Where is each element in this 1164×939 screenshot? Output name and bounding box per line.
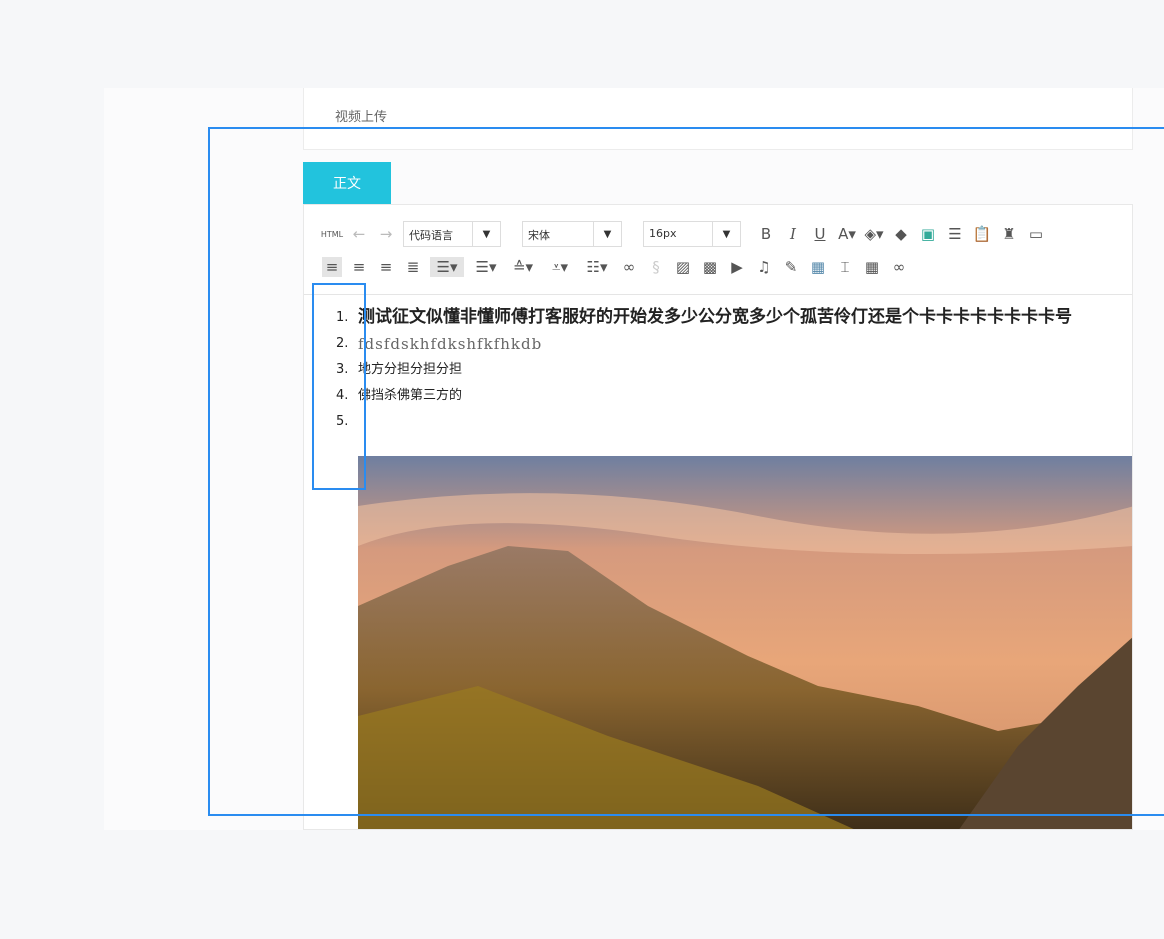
- selection-outline-list-numbers: [312, 283, 366, 490]
- video-upload-label: 视频上传: [335, 110, 388, 125]
